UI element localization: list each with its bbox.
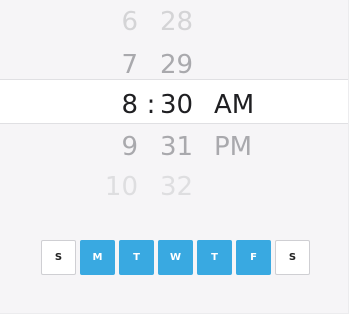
- hour-value[interactable]: 7: [108, 52, 138, 78]
- selected-period[interactable]: AM: [214, 92, 254, 118]
- hour-value[interactable]: 9: [108, 134, 138, 160]
- weekday-toggle-tuesday[interactable]: T: [119, 240, 154, 275]
- weekday-selector: S M T W T F S: [41, 240, 310, 275]
- period-value[interactable]: PM: [214, 134, 252, 160]
- minute-value[interactable]: 29: [160, 52, 193, 78]
- weekday-toggle-friday[interactable]: F: [236, 240, 271, 275]
- selected-minute[interactable]: 30: [160, 92, 193, 118]
- selected-hour[interactable]: 8: [108, 92, 138, 118]
- weekday-toggle-sunday[interactable]: S: [41, 240, 76, 275]
- weekday-toggle-wednesday[interactable]: W: [158, 240, 193, 275]
- minute-value[interactable]: 28: [160, 9, 193, 35]
- hour-value[interactable]: 6: [108, 9, 138, 35]
- time-separator: :: [146, 90, 156, 120]
- minute-value[interactable]: 32: [160, 174, 193, 200]
- weekday-toggle-monday[interactable]: M: [80, 240, 115, 275]
- weekday-toggle-saturday[interactable]: S: [275, 240, 310, 275]
- hour-value[interactable]: 10: [104, 174, 138, 200]
- weekday-toggle-thursday[interactable]: T: [197, 240, 232, 275]
- minute-value[interactable]: 31: [160, 134, 193, 160]
- time-picker-panel: 6 28 7 29 8 : 30 AM 9 31 PM 10 32 S M T …: [0, 0, 349, 314]
